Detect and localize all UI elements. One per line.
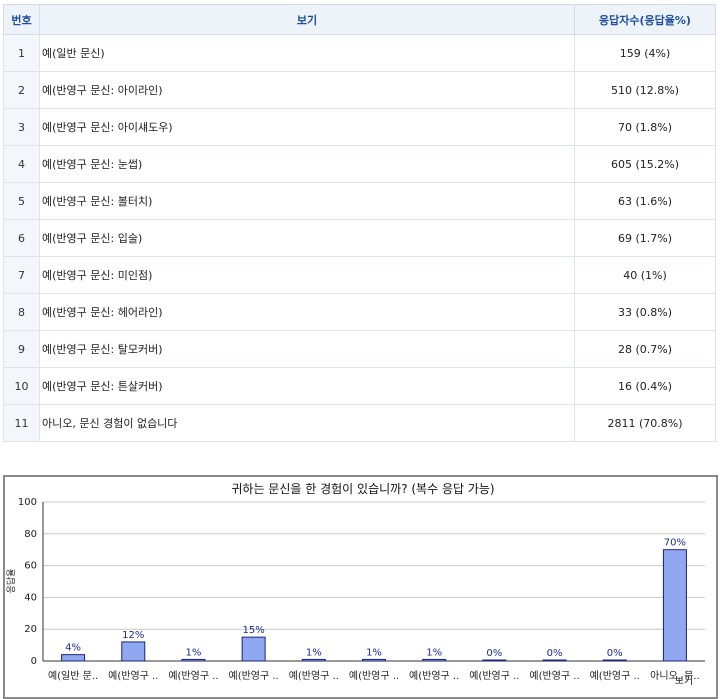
table-row: 1 예(일반 문신) 159 (4%) <box>3 34 716 72</box>
row-number: 10 <box>3 367 40 405</box>
y-axis-label: 응답율 <box>5 569 17 594</box>
row-result: 510 (12.8%) <box>574 71 716 109</box>
chart-bars: 4% 12% 1% 15% 1% 1% 1% 0% 0% 0% 70% <box>61 538 687 662</box>
row-option: 예(반영구 문신: 입술) <box>39 219 575 257</box>
x-tick-label: 예(반영구 .. <box>409 670 459 682</box>
bar <box>181 658 206 662</box>
bar-data-label: 1% <box>186 647 202 658</box>
row-result: 33 (0.8%) <box>574 293 716 331</box>
bar <box>362 658 386 662</box>
row-option: 예(반영구 문신: 눈썹) <box>39 145 575 183</box>
table-header-row: 번호 보기 응답자수(응답율%) <box>3 4 716 35</box>
row-option: 예(반영구 문신: 아이섀도우) <box>39 108 575 146</box>
row-result: 69 (1.7%) <box>574 219 716 257</box>
header-option: 보기 <box>39 4 575 35</box>
row-option: 예(반영구 문신: 탈모커버) <box>39 330 575 368</box>
bar-data-label: 12% <box>122 630 144 641</box>
row-option: 예(일반 문신) <box>39 34 575 72</box>
row-option: 아니오, 문신 경험이 없습니다 <box>39 404 575 442</box>
table-row: 10 예(반영구 문신: 튼살커버) 16 (0.4%) <box>3 367 716 405</box>
x-tick-label: 예(반영구 .. <box>229 670 279 682</box>
y-tick-label: 80 <box>24 529 37 540</box>
row-number: 2 <box>3 71 40 109</box>
x-tick-label: 예(반영구 .. <box>168 670 218 682</box>
y-tick-label: 100 <box>18 497 37 508</box>
row-option: 예(반영구 문신: 아이라인) <box>39 71 575 109</box>
row-number: 11 <box>3 404 40 442</box>
bar-chart-panel: 귀하는 문신을 한 경험이 있습니까? (복수 응답 가능) 0 20 40 60 80… <box>3 475 718 699</box>
header-response: 응답자수(응답율%) <box>574 4 716 35</box>
x-tick-label: 예(반영구 .. <box>590 670 640 682</box>
bar-data-label: 15% <box>243 625 265 636</box>
x-tick-label: 예(반영구 .. <box>469 670 519 682</box>
bar <box>301 658 326 662</box>
bar-data-label: 1% <box>366 647 382 658</box>
bar-data-label: 0% <box>607 648 623 659</box>
row-result: 16 (0.4%) <box>574 367 716 405</box>
row-result: 605 (15.2%) <box>574 145 716 183</box>
response-table: 번호 보기 응답자수(응답율%) 1 예(일반 문신) 159 (4%) 2 예(반영구… <box>3 4 716 442</box>
bar <box>422 658 447 662</box>
table-row: 7 예(반영구 문신: 미인점) 40 (1%) <box>3 256 716 294</box>
table-row: 5 예(반영구 문신: 볼터치) 63 (1.6%) <box>3 182 716 220</box>
row-result: 63 (1.6%) <box>574 182 716 220</box>
row-result: 2811 (70.8%) <box>574 404 716 442</box>
table-row: 2 예(반영구 문신: 아이라인) 510 (12.8%) <box>3 71 716 109</box>
row-option: 예(반영구 문신: 헤어라인) <box>39 293 575 331</box>
y-tick-label: 0 <box>31 656 37 667</box>
row-option: 예(반영구 문신: 볼터치) <box>39 182 575 220</box>
y-axis: 0 20 40 60 80 100 <box>18 497 44 667</box>
y-tick-label: 20 <box>24 624 37 635</box>
bar <box>662 549 687 662</box>
bar <box>121 641 146 662</box>
y-tick-label: 40 <box>24 592 37 603</box>
bar-data-label: 1% <box>306 647 322 658</box>
table-body: 1 예(일반 문신) 159 (4%) 2 예(반영구 문신: 아이라인) 510 (12… <box>3 34 716 442</box>
table-row: 4 예(반영구 문신: 눈썹) 605 (15.2%) <box>3 145 716 183</box>
x-tick-label: 예(반영구 .. <box>108 670 158 682</box>
row-number: 9 <box>3 330 40 368</box>
row-result: 40 (1%) <box>574 256 716 294</box>
bar-data-label: 70% <box>664 538 686 549</box>
row-number: 1 <box>3 34 40 72</box>
x-tick-label: 예(반영구 .. <box>289 670 339 682</box>
row-number: 6 <box>3 219 40 257</box>
row-number: 8 <box>3 293 40 331</box>
table-row: 8 예(반영구 문신: 헤어라인) 33 (0.8%) <box>3 293 716 331</box>
bar-data-label: 0% <box>486 648 502 659</box>
row-result: 28 (0.7%) <box>574 330 716 368</box>
table-row: 3 예(반영구 문신: 아이섀도우) 70 (1.8%) <box>3 108 716 146</box>
bar <box>602 659 627 662</box>
row-number: 5 <box>3 182 40 220</box>
bar <box>542 659 567 662</box>
table-row: 9 예(반영구 문신: 탈모커버) 28 (0.7%) <box>3 330 716 368</box>
x-tick-label: 예(반영구 .. <box>349 670 399 682</box>
bar-chart: 귀하는 문신을 한 경험이 있습니까? (복수 응답 가능) 0 20 40 60 80… <box>5 482 705 687</box>
bar-data-label: 0% <box>547 648 563 659</box>
chart-title: 귀하는 문신을 한 경험이 있습니까? (복수 응답 가능) <box>231 482 494 496</box>
x-axis: 예(일반 문.. 예(반영구 .. 예(반영구 .. 예(반영구 .. 예(반영구 ..… <box>48 670 700 682</box>
row-number: 7 <box>3 256 40 294</box>
bar <box>241 636 266 662</box>
x-tick-label: 예(반영구 .. <box>529 670 579 682</box>
header-number: 번호 <box>3 4 40 35</box>
bar-data-label: 1% <box>426 647 442 658</box>
x-axis-label: 보기 <box>675 675 693 687</box>
x-tick-label: 예(일반 문.. <box>48 670 98 682</box>
y-tick-label: 60 <box>24 561 37 572</box>
row-option: 예(반영구 문신: 미인점) <box>39 256 575 294</box>
row-result: 159 (4%) <box>574 34 716 72</box>
bar <box>61 654 86 662</box>
table-row: 11 아니오, 문신 경험이 없습니다 2811 (70.8%) <box>3 404 716 442</box>
bar-data-label: 4% <box>65 643 81 654</box>
bar <box>482 659 507 662</box>
row-number: 3 <box>3 108 40 146</box>
row-option: 예(반영구 문신: 튼살커버) <box>39 367 575 405</box>
table-row: 6 예(반영구 문신: 입술) 69 (1.7%) <box>3 219 716 257</box>
row-result: 70 (1.8%) <box>574 108 716 146</box>
row-number: 4 <box>3 145 40 183</box>
